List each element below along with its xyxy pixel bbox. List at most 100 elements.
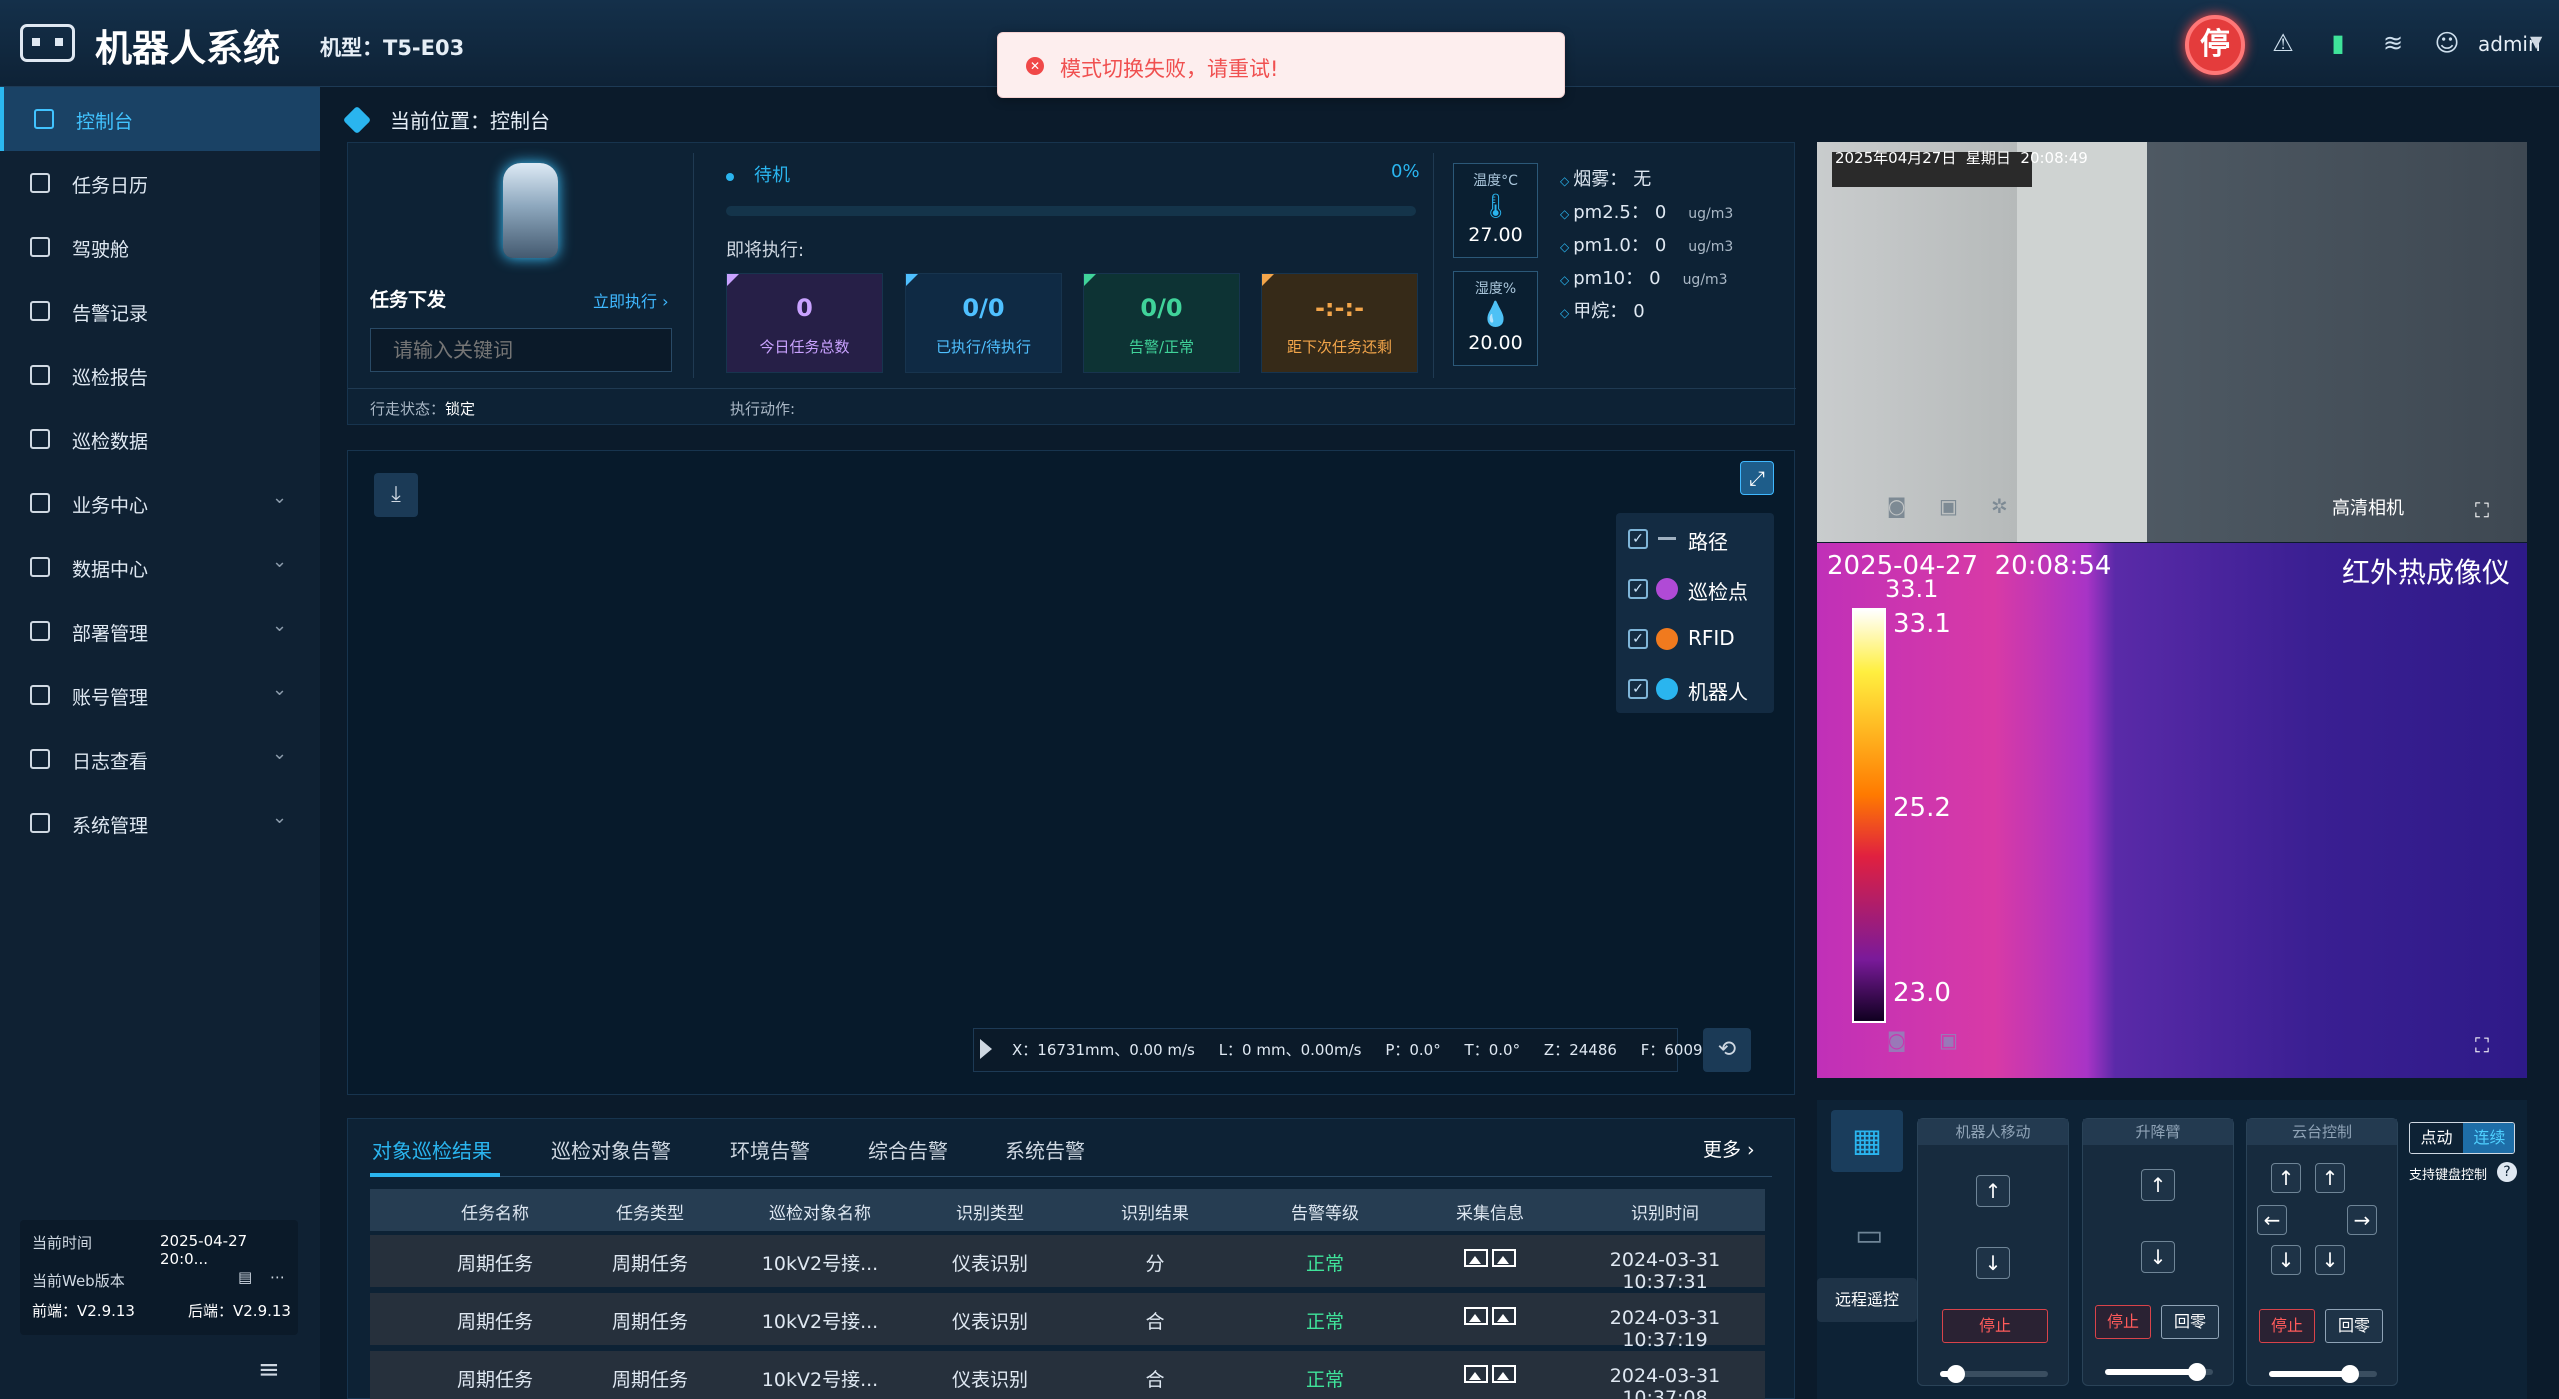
table-row[interactable]: 周期任务 周期任务 10kV2号接... 仪表识别 分 正常 2024-03-3… <box>370 1235 1765 1293</box>
ptz-zoom-out-icon[interactable]: ↓ <box>2315 1245 2345 1275</box>
remote-monitor-icon[interactable]: ▭ <box>1855 1218 1883 1253</box>
ptz-right-icon[interactable]: → <box>2347 1205 2377 1235</box>
sidebar-item-console[interactable]: 控制台 <box>0 87 320 151</box>
changelog-icon[interactable]: ▤ <box>238 1268 252 1286</box>
legend-path[interactable]: ✓ 路径 <box>1616 513 1774 563</box>
execute-now-link[interactable]: 立即执行 › <box>593 288 669 312</box>
sidebar-item-inspection-data[interactable]: 巡检数据 <box>0 407 320 471</box>
help-icon[interactable]: ? <box>2497 1162 2517 1182</box>
tab-system-alarms[interactable]: 系统告警 <box>1005 1135 1085 1164</box>
fullscreen-icon[interactable]: ⛶ <box>2475 498 2489 522</box>
map-save-icon[interactable]: ⤓ <box>374 473 418 517</box>
tab-comprehensive-alarms[interactable]: 综合告警 <box>868 1135 948 1164</box>
sidebar-item-business-center[interactable]: 业务中心 ⌄ <box>0 471 320 535</box>
hd-camera-feed[interactable]: 2025年04月27日 星期日 20:08:49 高清相机 ⛶ ◙ ▣ ✲ <box>1817 142 2527 542</box>
sidebar-item-cockpit[interactable]: 驾驶舱 <box>0 215 320 279</box>
more-icon[interactable]: ⋯ <box>270 1268 285 1286</box>
lift-down-icon[interactable]: ↓ <box>2141 1241 2175 1273</box>
cell-task-name: 周期任务 <box>456 1253 533 1275</box>
data-icon <box>30 429 50 449</box>
checkbox-checked-icon[interactable]: ✓ <box>1628 679 1648 699</box>
task-keyword-input[interactable] <box>370 328 672 372</box>
user-menu-chevron-icon[interactable]: ▼ <box>2530 32 2542 51</box>
sidebar-item-inspection-report[interactable]: 巡检报告 <box>0 343 320 407</box>
expand-icon[interactable]: ⤢ <box>1740 461 1774 495</box>
sidebar-item-label: 巡检数据 <box>72 431 149 453</box>
wifi-icon[interactable]: ≋ <box>2378 28 2408 58</box>
robot-alarm-icon[interactable]: ⚠ <box>2268 28 2298 58</box>
reset-view-icon[interactable]: ⟲ <box>1703 1028 1751 1072</box>
sidebar-item-label: 任务日历 <box>72 175 149 197</box>
image-icon[interactable] <box>1492 1365 1516 1383</box>
battery-icon[interactable]: ▮ <box>2323 28 2353 58</box>
ptz-control-box: 云台控制 ↑ ↑ ← → ↓ ↓ 停止 回零 <box>2246 1118 2398 1386</box>
ptz-speed-slider[interactable] <box>2269 1365 2377 1383</box>
mode-toggle[interactable]: 点动 连续 <box>2409 1122 2515 1154</box>
infrared-camera-feed[interactable]: 2025-04-27 20:08:54 红外热成像仪 33.1 33.1 25.… <box>1817 543 2527 1078</box>
emergency-stop-button[interactable]: 停 <box>2185 15 2245 75</box>
map-view[interactable]: ⤓ ⤢ ✓ 路径 ✓ 巡检点 ✓ RFID ✓ 机器人 X：16731mm、0.00 m… <box>347 450 1795 1095</box>
slider-knob[interactable] <box>2341 1365 2359 1383</box>
env-unit: ug/m3 <box>1682 272 1728 288</box>
play-arrow-icon[interactable] <box>980 1039 992 1059</box>
checkbox-checked-icon[interactable]: ✓ <box>1628 629 1648 649</box>
image-icon[interactable] <box>1464 1249 1488 1267</box>
record-icon[interactable]: ▣ <box>1939 1028 1958 1052</box>
sidebar-item-logs[interactable]: 日志查看 ⌄ <box>0 727 320 791</box>
image-icon[interactable] <box>1492 1249 1516 1267</box>
robot-stop-button[interactable]: 停止 <box>1942 1309 2048 1343</box>
legend-inspection-point[interactable]: ✓ 巡检点 <box>1616 563 1774 613</box>
cell-task-type: 周期任务 <box>611 1311 688 1333</box>
move-backward-icon[interactable]: ↓ <box>1976 1247 2010 1279</box>
legend-rfid[interactable]: ✓ RFID <box>1616 613 1774 663</box>
cell-capture-info <box>1415 1249 1565 1272</box>
slider-knob[interactable] <box>2187 1363 2206 1381</box>
fullscreen-icon[interactable]: ⛶ <box>2475 1033 2489 1057</box>
ptz-down-icon[interactable]: ↓ <box>2271 1245 2301 1275</box>
image-icon[interactable] <box>1464 1365 1488 1383</box>
checkbox-checked-icon[interactable]: ✓ <box>1628 579 1648 599</box>
temperature-card: 温度°C 🌡 27.00 <box>1453 163 1538 258</box>
ptz-up-icon[interactable]: ↑ <box>2271 1163 2301 1193</box>
legend-robot[interactable]: ✓ 机器人 <box>1616 663 1774 713</box>
lift-speed-slider[interactable] <box>2105 1363 2213 1381</box>
ptz-zoom-in-icon[interactable]: ↑ <box>2315 1163 2345 1193</box>
robot-control-icon[interactable]: ▦ <box>1831 1110 1903 1172</box>
lift-zero-button[interactable]: 回零 <box>2161 1305 2219 1339</box>
snapshot-icon[interactable]: ◙ <box>1887 1028 1906 1052</box>
checkbox-checked-icon[interactable]: ✓ <box>1628 529 1648 549</box>
tab-environment-alarms[interactable]: 环境告警 <box>730 1135 810 1164</box>
ptz-stop-button[interactable]: 停止 <box>2259 1309 2315 1343</box>
stat-alarm-normal: 0/0 告警/正常 <box>1083 273 1240 373</box>
sidebar-item-accounts[interactable]: 账号管理 ⌄ <box>0 663 320 727</box>
image-icon[interactable] <box>1492 1307 1516 1325</box>
collapse-sidebar-icon[interactable]: ≡ <box>258 1355 280 1385</box>
jog-mode-button[interactable]: 点动 <box>2410 1123 2463 1153</box>
snapshot-icon[interactable]: ◙ <box>1887 494 1906 518</box>
sidebar-item-data-center[interactable]: 数据中心 ⌄ <box>0 535 320 599</box>
lift-stop-button[interactable]: 停止 <box>2095 1305 2151 1339</box>
task-status-panel: 任务下发 立即执行 › 行走状态：锁定 待机 0% 即将执行: 0今日任务总数 … <box>347 142 1796 425</box>
slider-knob[interactable] <box>1947 1365 1966 1383</box>
sidebar-item-task-calendar[interactable]: 任务日历 <box>0 151 320 215</box>
move-forward-icon[interactable]: ↑ <box>1976 1175 2010 1207</box>
legend-label: 机器人 <box>1688 680 1748 704</box>
robot-speed-slider[interactable] <box>1940 1365 2048 1383</box>
focus-icon[interactable]: ✲ <box>1991 494 2008 518</box>
tab-object-inspection-results[interactable]: 对象巡检结果 <box>372 1135 492 1164</box>
remote-control-label[interactable]: 远程遥控 <box>1817 1278 1917 1322</box>
sidebar-item-system[interactable]: 系统管理 ⌄ <box>0 791 320 855</box>
user-avatar-icon[interactable]: ☺ <box>2432 28 2462 58</box>
sidebar-item-deploy[interactable]: 部署管理 ⌄ <box>0 599 320 663</box>
continuous-mode-button[interactable]: 连续 <box>2463 1123 2514 1153</box>
lift-up-icon[interactable]: ↑ <box>2141 1169 2175 1201</box>
ptz-left-icon[interactable]: ← <box>2257 1205 2287 1235</box>
table-row[interactable]: 周期任务 周期任务 10kV2号接... 仪表识别 合 正常 2024-03-3… <box>370 1351 1765 1399</box>
table-row[interactable]: 周期任务 周期任务 10kV2号接... 仪表识别 合 正常 2024-03-3… <box>370 1293 1765 1351</box>
more-link[interactable]: 更多 › <box>1703 1135 1755 1162</box>
sidebar-item-alarm-records[interactable]: 告警记录 <box>0 279 320 343</box>
record-icon[interactable]: ▣ <box>1939 494 1958 518</box>
ptz-zero-button[interactable]: 回零 <box>2325 1309 2383 1343</box>
image-icon[interactable] <box>1464 1307 1488 1325</box>
tab-object-alarms[interactable]: 巡检对象告警 <box>551 1135 671 1164</box>
